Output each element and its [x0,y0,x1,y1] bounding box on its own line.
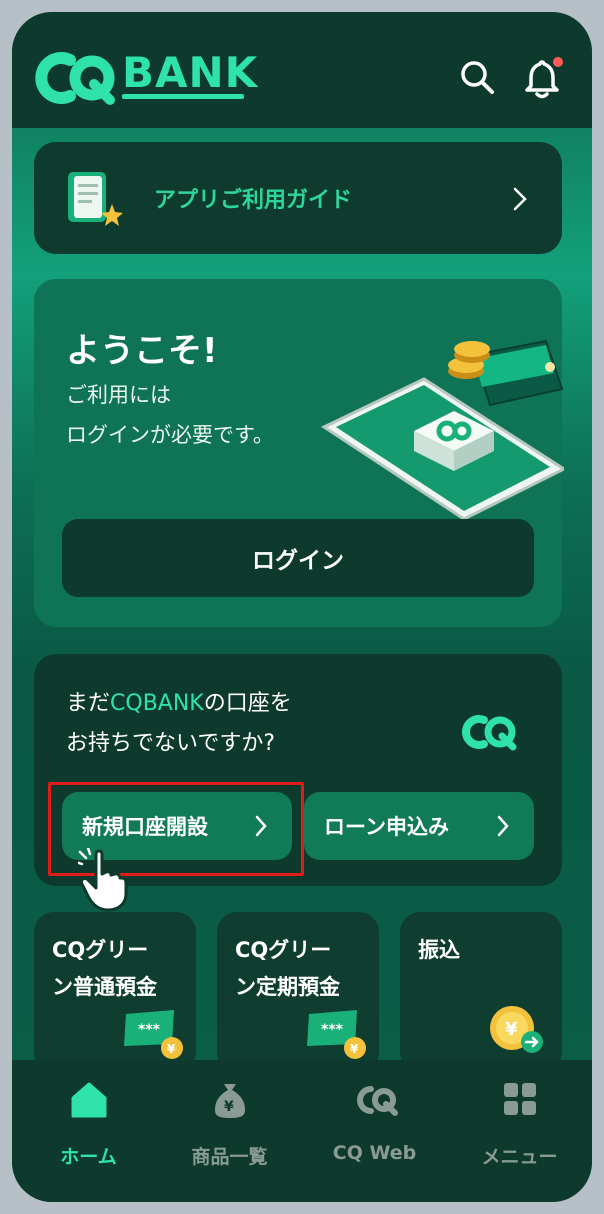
money-bag-icon: ¥ [215,1084,245,1118]
nav-products[interactable]: ¥ 商品一覧 [157,1060,302,1202]
tile-transfer[interactable]: 振込 ¥ [400,912,562,1072]
svg-text:¥: ¥ [167,1042,176,1056]
search-icon[interactable] [458,58,496,96]
cq-logo-icon[interactable] [34,48,120,108]
nav-menu[interactable]: メニュー [447,1060,592,1202]
tile-label-line1: CQグリー [52,938,149,962]
account-prompt: まだCQBANKの口座を お持ちでないですか? [66,684,292,764]
tile-label-line1: 振込 [418,938,460,962]
nav-home[interactable]: ホーム [16,1060,161,1202]
brand-underline [122,94,244,99]
tile-label: 振込 [418,932,460,969]
chevron-right-icon [497,815,509,837]
tile-label-line2: ン定期預金 [235,975,340,999]
prompt-suffix: の口座を [203,691,292,716]
welcome-subtitle-line2: ログインが必要です。 [66,423,274,447]
svg-text:***: *** [138,1022,161,1038]
tile-label: CQグリー ン普通預金 [52,932,157,1006]
grid-menu-icon [504,1083,536,1115]
nav-menu-label: メニュー [481,1146,558,1168]
tile-label-line2: ン普通預金 [52,975,157,999]
prompt-brand: CQBANK [110,691,204,716]
card-yen-icon: *** ¥ [307,1010,366,1059]
prompt-prefix: まだ [66,691,111,716]
cq-logo-icon [357,1086,398,1116]
phone-wallet-illustration [320,339,564,519]
card-yen-icon: *** ¥ [124,1010,183,1059]
notification-dot [553,57,563,67]
tile-label-line1: CQグリー [235,938,332,962]
yen-coin-transfer-icon: ¥ [490,1006,543,1053]
nav-home-label: ホーム [60,1146,117,1168]
account-prompt-line1: まだCQBANKの口座を [66,684,292,724]
bell-icon[interactable] [522,56,566,100]
tile-green-time-deposit[interactable]: CQグリー ン定期預金 *** ¥ [217,912,379,1072]
loan-application-button[interactable]: ローン申込み [304,792,534,860]
top-bar: BANK [12,12,592,128]
welcome-card: ようこそ! ご利用には ログインが必要です。 ログイン [34,279,564,627]
nav-products-label: 商品一覧 [191,1146,268,1168]
login-button[interactable]: ログイン [62,519,534,597]
tap-hand-cursor-icon [78,848,128,912]
chevron-right-icon [513,187,527,211]
tile-label: CQグリー ン定期預金 [235,932,340,1006]
app-frame: BANK アプリご利用ガイド ようこそ! ご利用には ログインが必要です。 ログ… [12,12,592,1202]
loan-label: ローン申込み [324,815,449,839]
welcome-subtitle-line1: ご利用には [66,383,171,407]
svg-text:***: *** [321,1022,344,1038]
svg-text:¥: ¥ [505,1019,518,1040]
nav-cq-web[interactable]: CQ Web [302,1060,447,1202]
account-prompt-line2: お持ちでないですか? [66,731,276,756]
welcome-subtitle: ご利用には ログインが必要です。 [66,375,274,455]
tile-green-savings[interactable]: CQグリー ン普通預金 *** ¥ [34,912,196,1072]
svg-text:¥: ¥ [350,1042,359,1056]
guide-document-icon [68,172,123,226]
guide-label: アプリご利用ガイド [154,188,353,213]
app-guide-card[interactable]: アプリご利用ガイド [34,142,562,254]
bottom-navigation: ホーム ¥ 商品一覧 CQ Web メニュー [12,1060,592,1202]
svg-text:¥: ¥ [224,1099,234,1115]
nav-cq-web-label: CQ Web [332,1142,417,1164]
cq-logo-icon [462,715,517,751]
welcome-title: ようこそ! [66,331,218,371]
home-icon [71,1082,107,1118]
brand-wordmark: BANK [122,48,259,97]
